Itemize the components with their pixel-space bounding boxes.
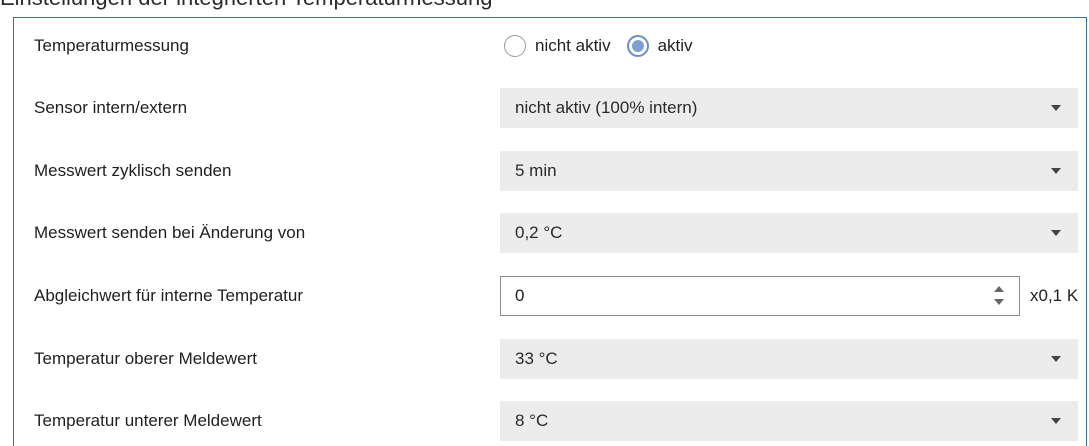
- oberer-meldewert-label: Temperatur oberer Meldewert: [34, 349, 257, 368]
- row-messwert-aenderung: Messwert senden bei Änderung von 0,2 °C: [14, 208, 1088, 258]
- sensor-intern-extern-label: Sensor intern/extern: [34, 98, 188, 117]
- radio-aktiv[interactable]: aktiv: [626, 35, 693, 57]
- messwert-aenderung-select[interactable]: 0,2 °C: [500, 213, 1078, 253]
- row-messwert-zyklisch: Messwert zyklisch senden 5 min: [14, 146, 1088, 196]
- radio-aktiv-label[interactable]: aktiv: [658, 36, 693, 56]
- radio-nicht-aktiv-label[interactable]: nicht aktiv: [535, 36, 611, 56]
- row-oberer-meldewert: Temperatur oberer Meldewert 33 °C: [14, 334, 1088, 384]
- parameter-panel: Temperaturmessung nicht aktiv aktiv Sens…: [13, 17, 1087, 446]
- spin-down-icon[interactable]: [994, 299, 1004, 305]
- oberer-meldewert-select[interactable]: 33 °C: [500, 339, 1078, 379]
- abgleichwert-spinbox[interactable]: 0: [500, 276, 1020, 316]
- row-sensor-intern-extern: Sensor intern/extern nicht aktiv (100% i…: [14, 83, 1088, 133]
- abgleichwert-unit: x0,1 K: [1030, 286, 1079, 305]
- row-abgleichwert: Abgleichwert für interne Temperatur 0 x0…: [14, 271, 1088, 321]
- messwert-zyklisch-select[interactable]: 5 min: [500, 151, 1078, 191]
- sensor-intern-extern-value: nicht aktiv (100% intern): [515, 98, 698, 117]
- row-temperaturmessung: Temperaturmessung nicht aktiv aktiv: [14, 21, 1088, 71]
- chevron-down-icon: [1051, 105, 1061, 111]
- messwert-aenderung-value: 0,2 °C: [515, 223, 563, 242]
- unterer-meldewert-select[interactable]: 8 °C: [500, 401, 1078, 441]
- abgleichwert-stepper[interactable]: [993, 283, 1005, 309]
- messwert-zyklisch-label: Messwert zyklisch senden: [34, 161, 232, 180]
- chevron-down-icon: [1051, 230, 1061, 236]
- page-caption: Einstellungen der integrierten Temperatu…: [0, 0, 1089, 14]
- radio-nicht-aktiv-circle[interactable]: [504, 35, 526, 57]
- abgleichwert-label: Abgleichwert für interne Temperatur: [34, 286, 303, 305]
- chevron-down-icon: [1051, 168, 1061, 174]
- radio-aktiv-circle[interactable]: [626, 35, 649, 57]
- unterer-meldewert-label: Temperatur unterer Meldewert: [34, 411, 262, 430]
- chevron-down-icon: [1051, 418, 1061, 424]
- row-unterer-meldewert: Temperatur unterer Meldewert 8 °C: [14, 396, 1088, 446]
- sensor-intern-extern-select[interactable]: nicht aktiv (100% intern): [500, 88, 1078, 128]
- spin-up-icon[interactable]: [994, 286, 1004, 292]
- messwert-zyklisch-value: 5 min: [515, 161, 557, 180]
- temperaturmessung-label: Temperaturmessung: [34, 36, 189, 55]
- oberer-meldewert-value: 33 °C: [515, 349, 558, 368]
- chevron-down-icon: [1051, 356, 1061, 362]
- temperaturmessung-radio-group: nicht aktiv aktiv: [504, 21, 709, 71]
- messwert-aenderung-label: Messwert senden bei Änderung von: [34, 223, 306, 242]
- abgleichwert-value[interactable]: 0: [515, 277, 524, 315]
- radio-nicht-aktiv[interactable]: nicht aktiv: [504, 35, 611, 57]
- unterer-meldewert-value: 8 °C: [515, 411, 549, 430]
